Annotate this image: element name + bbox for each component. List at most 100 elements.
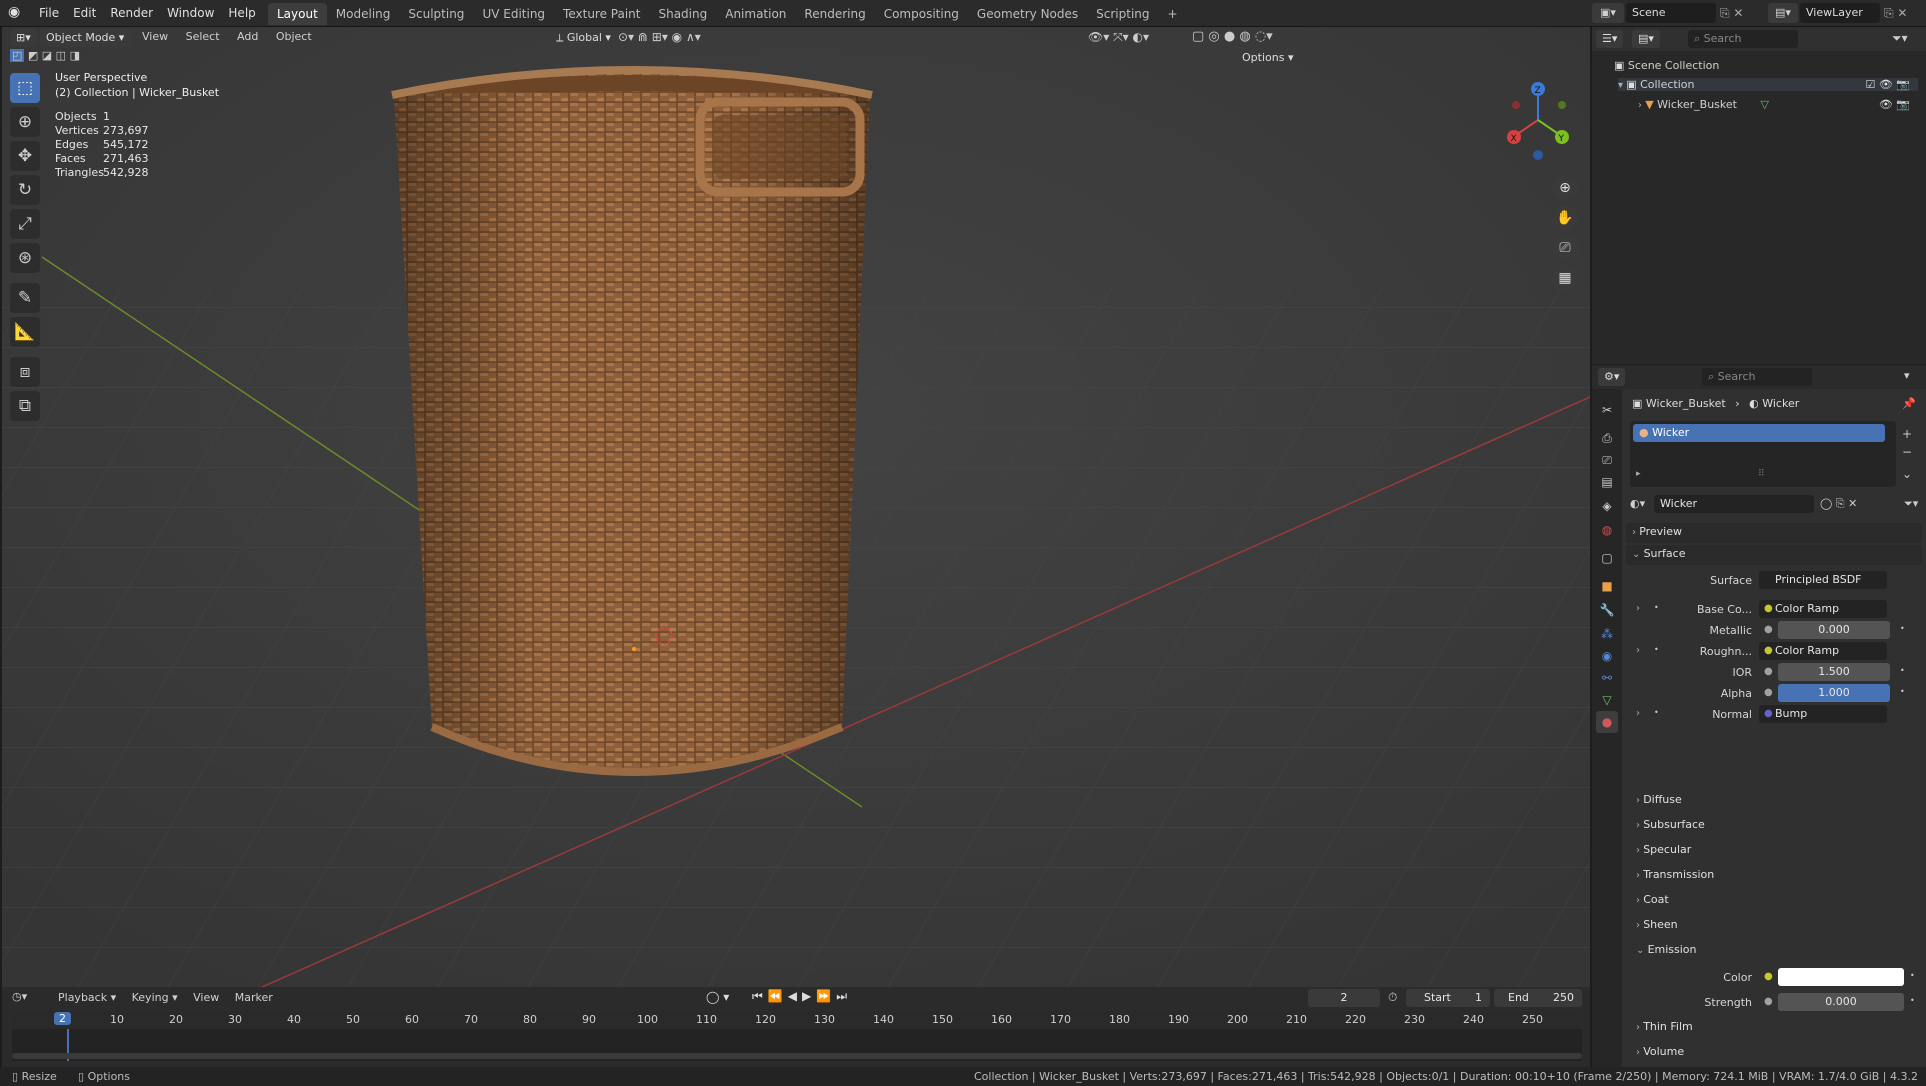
scale-tool-icon[interactable]: ⤢ — [10, 209, 40, 239]
visibility-toggles-icon[interactable]: 👁 📷 — [1879, 98, 1910, 111]
add-cube-tool-icon[interactable]: ⧈ — [10, 357, 40, 387]
zoom-icon[interactable]: ⊕ — [1552, 175, 1578, 201]
subpanel-transmission[interactable]: › Transmission — [1626, 867, 1922, 892]
visibility-gizmo-icons[interactable]: 👁▾ ⤧▾ ◐▾ — [1088, 30, 1149, 45]
tool-tab-icon[interactable]: ✂ — [1596, 399, 1618, 421]
subpanel-emission[interactable]: ⌄ Emission — [1626, 942, 1922, 967]
resize-handle[interactable]: ⠿ — [1758, 469, 1765, 479]
outliner-search-input[interactable]: ⌕ Search — [1688, 30, 1798, 48]
frame-ruler[interactable]: 2 10 20 30 40 50 60 70 80 90 100 110 120… — [12, 1011, 1582, 1029]
3d-viewport[interactable]: ⊞▾ Object Mode ▾ View Select Add Object … — [2, 27, 1590, 987]
select-mode-icons[interactable]: ◰ ◩ ◪ ◫ ◨ — [10, 49, 80, 62]
shading-mode-icons[interactable]: ▢ ◎ ● ◍ ◌▾ — [1192, 29, 1273, 44]
wicker-basket-mesh[interactable] — [391, 66, 873, 776]
extrude-tool-icon[interactable]: ⧉ — [10, 391, 40, 421]
menu-view[interactable]: View — [142, 30, 168, 43]
chevron-right-icon[interactable]: › — [1636, 645, 1640, 656]
editor-type-button[interactable]: ⊞▾ — [10, 29, 37, 47]
outliner-editor-icon[interactable]: ☰▾ — [1596, 30, 1624, 48]
snapping-icon[interactable]: ⊙▾ ⋒ ⊞▾ ◉ ∧▾ — [618, 30, 701, 44]
menu-marker[interactable]: Marker — [235, 991, 273, 1004]
tab-sculpting[interactable]: Sculpting — [399, 3, 473, 25]
slot-menu-icon[interactable]: ⌄ — [1902, 465, 1912, 483]
collection-tab-icon[interactable]: ▢ — [1596, 547, 1618, 569]
jump-end-icon[interactable]: ⏭ — [836, 989, 852, 1003]
tab-animation[interactable]: Animation — [716, 3, 795, 25]
scene-type-icon[interactable]: ▣▾ — [1592, 3, 1624, 23]
auto-key-icon[interactable]: ◯ ▾ — [706, 990, 729, 1004]
output-tab-icon[interactable]: ⎚ — [1596, 449, 1618, 471]
browse-material-icon[interactable]: ◐▾ — [1630, 497, 1645, 510]
keyframe-dot-icon[interactable]: • — [1900, 666, 1905, 675]
transform-orientation-dropdown[interactable]: ⟂ Global ▾ — [550, 29, 617, 47]
play-reverse-icon[interactable]: ◀ — [788, 989, 802, 1003]
render-tab-icon[interactable]: ⎙ — [1596, 427, 1618, 449]
pan-hand-icon[interactable]: ✋ — [1552, 205, 1578, 231]
blender-logo-icon[interactable]: ◉ — [8, 4, 28, 22]
physics-tab-icon[interactable]: ◉ — [1596, 645, 1618, 667]
input-link-field[interactable]: Color Ramp — [1759, 600, 1887, 618]
prev-key-icon[interactable]: ⏪ — [768, 989, 788, 1003]
data-tab-icon[interactable]: ▽ — [1596, 689, 1618, 711]
add-workspace-button[interactable]: + — [1159, 3, 1187, 25]
timeline-track[interactable]: 2 10 20 30 40 50 60 70 80 90 100 110 120… — [12, 1011, 1582, 1061]
subpanel-diffuse[interactable]: › Diffuse — [1626, 792, 1922, 817]
material-name-field[interactable]: Wicker — [1654, 495, 1814, 513]
modifier-tab-icon[interactable]: 🔧 — [1596, 599, 1618, 621]
tab-texture-paint[interactable]: Texture Paint — [554, 3, 649, 25]
menu-playback[interactable]: Playback ▾ — [58, 991, 116, 1004]
material-slot-item[interactable]: ● Wicker — [1633, 424, 1885, 442]
outliner-item-collection[interactable]: ▾ ▣ Collection ☑ 👁 📷 — [1618, 78, 1918, 91]
menu-file[interactable]: File — [32, 0, 66, 26]
menu-add[interactable]: Add — [237, 30, 258, 43]
play-icon[interactable]: ▶ — [802, 989, 816, 1003]
menu-edit[interactable]: Edit — [66, 0, 103, 26]
menu-object[interactable]: Object — [276, 30, 312, 43]
options-dropdown[interactable]: Options ▾ — [1236, 49, 1300, 67]
tab-geometry-nodes[interactable]: Geometry Nodes — [968, 3, 1087, 25]
timeline-editor-icon[interactable]: ◷▾ — [12, 990, 27, 1003]
select-box-tool-icon[interactable]: ⬚ — [10, 73, 40, 103]
subpanel-specular[interactable]: › Specular — [1626, 842, 1922, 867]
expand-icon[interactable]: ▸ — [1636, 469, 1641, 479]
chevron-down-icon[interactable]: ▾ — [1904, 369, 1910, 382]
outliner-item-scene-collection[interactable]: ▣ Scene Collection — [1614, 59, 1719, 72]
menu-view[interactable]: View — [193, 991, 219, 1004]
subpanel-volume[interactable]: › Volume — [1626, 1044, 1922, 1064]
object-mode-dropdown[interactable]: Object Mode ▾ — [40, 29, 132, 47]
keyframe-dot-icon[interactable]: • — [1900, 687, 1905, 696]
tab-modeling[interactable]: Modeling — [327, 3, 400, 25]
properties-editor-icon[interactable]: ⚙▾ — [1598, 368, 1626, 386]
subpanel-thin-film[interactable]: › Thin Film — [1626, 1019, 1922, 1044]
material-actions-icon[interactable]: ◯ ⎘ ✕ — [1820, 497, 1857, 511]
chevron-right-icon[interactable]: › — [1636, 603, 1640, 614]
move-tool-icon[interactable]: ✥ — [10, 141, 40, 171]
menu-render[interactable]: Render — [103, 0, 160, 26]
timeline-scrollbar[interactable] — [12, 1053, 1582, 1059]
rotate-tool-icon[interactable]: ↻ — [10, 175, 40, 205]
scene-actions-icon[interactable]: ⎘ ✕ — [1720, 3, 1764, 23]
outliner-item-wicker-busket[interactable]: › ▼ Wicker_Busket ▽ 👁 📷 — [1638, 98, 1918, 111]
current-frame-field[interactable]: 2 — [1308, 989, 1380, 1007]
ior-slider[interactable]: 1.500 — [1778, 663, 1890, 681]
end-frame-field[interactable]: End 250 — [1494, 989, 1582, 1007]
display-mode-icon[interactable]: ▤▾ — [1632, 30, 1660, 48]
start-frame-field[interactable]: Start 1 — [1406, 989, 1490, 1007]
tab-scripting[interactable]: Scripting — [1087, 3, 1158, 25]
scene-selector[interactable]: Scene — [1626, 3, 1716, 23]
object-tab-icon[interactable]: ■ — [1596, 575, 1618, 597]
keyframe-dot-icon[interactable]: • — [1910, 971, 1915, 980]
next-key-icon[interactable]: ⏩ — [816, 989, 836, 1003]
jump-start-icon[interactable]: ⏮ — [752, 989, 768, 1003]
cursor-tool-icon[interactable]: ⊕ — [10, 107, 40, 137]
visibility-toggles-icon[interactable]: ☑ 👁 📷 — [1865, 78, 1910, 91]
tab-rendering[interactable]: Rendering — [795, 3, 874, 25]
transform-tool-icon[interactable]: ⊛ — [10, 243, 40, 273]
preview-panel-header[interactable]: › Preview — [1626, 523, 1922, 543]
keyframe-dot-icon[interactable]: • — [1900, 624, 1905, 633]
annotate-tool-icon[interactable]: ✎ — [10, 283, 40, 313]
world-tab-icon[interactable]: ◍ — [1596, 519, 1618, 541]
particles-tab-icon[interactable]: ⁂ — [1596, 623, 1618, 645]
metallic-slider[interactable]: 0.000 — [1778, 621, 1890, 639]
viewlayer-icon[interactable]: ▤▾ — [1768, 3, 1798, 23]
